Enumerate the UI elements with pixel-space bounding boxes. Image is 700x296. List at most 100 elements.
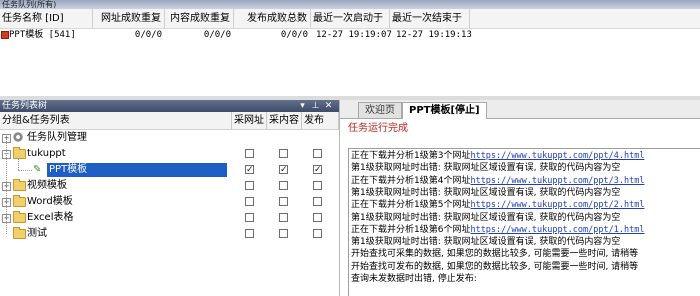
- tree-item-label: PPT模板: [47, 163, 227, 177]
- collect-content-checkbox[interactable]: [279, 197, 288, 206]
- log-url-link[interactable]: https://www.tukuppt.com/ppt/4.html: [470, 151, 644, 161]
- log-message: 第1级获取网址时出错: 获取网址区域设置有误, 获取的代码内容为空: [351, 163, 621, 174]
- log-message: 第1级获取网址时出错: 获取网址区域设置有误, 获取的代码内容为空: [351, 187, 621, 198]
- tree-item-6[interactable]: 测试: [0, 226, 339, 242]
- log-line: 查询未发数据时出错, 停止发布:: [351, 274, 477, 285]
- log-message: 开始查找可发布的数据, 如果您的数据比较多, 可能需要一些时间, 请稍等: [351, 261, 639, 272]
- log-url-link[interactable]: https://www.tukuppt.com/ppt/2.html: [470, 200, 644, 210]
- tree-table-header: 分组&任务列表 采网址 采内容 发布: [0, 112, 339, 130]
- col-collect-url[interactable]: 采网址: [232, 112, 267, 129]
- tree-connector-line: [6, 138, 7, 234]
- table-row[interactable]: PPT模板 [541] 0/0/0 0/0/0 0/0/0 12-27 19:1…: [0, 28, 700, 42]
- tree-item-1[interactable]: − tukuppt: [0, 146, 339, 162]
- log-message: 第1级获取网址时出错: 获取网址区域设置有误, 获取的代码内容为空: [351, 237, 621, 248]
- queue-empty-area: [0, 42, 700, 96]
- queue-task-name: PPT模板 [541]: [9, 30, 76, 40]
- publish-checkbox[interactable]: [313, 229, 322, 238]
- collect-url-checkbox[interactable]: ✓: [245, 165, 254, 175]
- tree-item-3[interactable]: + 视频模板: [0, 178, 339, 194]
- col-content-stats[interactable]: 内容成败重复: [165, 9, 234, 28]
- task-edit-icon: ✎: [33, 164, 42, 175]
- folder-icon: [13, 179, 26, 191]
- queue-url-stats: 0/0/0: [134, 30, 162, 40]
- col-last-start[interactable]: 最近一次启动于: [311, 9, 390, 28]
- log-line: 正在下载并分析1级第3个网址https://www.tukuppt.com/pp…: [351, 151, 644, 162]
- queue-last-end: 12-27 19:19:13: [396, 30, 472, 40]
- log-message: 正在下载并分析1级第4个网址: [351, 175, 471, 186]
- log-line: 第1级获取网址时出错: 获取网址区域设置有误, 获取的代码内容为空: [351, 237, 620, 248]
- tree-item-2[interactable]: ✎ PPT模板 ✓ ✓ ✓: [0, 162, 339, 178]
- log-message: 正在下载并分析1级第6个网址: [351, 224, 471, 235]
- tab-ppt-task[interactable]: PPT模板[停止]: [402, 102, 487, 119]
- task-tree: + 任务队列管理 − tukuppt ✎ PPT模板 ✓ ✓ ✓ + 视频模板 + Word模板 + Exc…: [0, 130, 339, 296]
- tree-item-label: Word模板: [27, 196, 73, 207]
- publish-checkbox[interactable]: ✓: [313, 165, 322, 175]
- tree-item-label: 视频模板: [27, 180, 67, 191]
- col-publish[interactable]: 发布: [302, 112, 339, 129]
- col-group-task[interactable]: 分组&任务列表: [0, 112, 232, 129]
- tree-item-label: tukuppt: [27, 148, 66, 159]
- collect-content-checkbox[interactable]: ✓: [279, 165, 288, 175]
- col-last-end[interactable]: 最近一次结束于: [390, 9, 470, 28]
- col-task-name[interactable]: 任务名称 [ID]: [0, 9, 93, 28]
- queue-publish-stats: 0/0/0: [280, 30, 308, 40]
- publish-checkbox[interactable]: [313, 197, 322, 206]
- log-line: 正在下载并分析1级第5个网址https://www.tukuppt.com/pp…: [351, 200, 644, 211]
- tree-connector-line: [18, 158, 19, 170]
- folder-icon: [13, 211, 26, 223]
- log-line: 第1级获取网址时出错: 获取网址区域设置有误, 获取的代码内容为空: [351, 163, 620, 174]
- task-tree-panel: 任务列表树 ▾ ⊥ ✕ 分组&任务列表 采网址 采内容 发布 + 任务队列管理 − t…: [0, 100, 340, 296]
- tab-welcome[interactable]: 欢迎页: [358, 102, 402, 118]
- log-url-link[interactable]: https://www.tukuppt.com/ppt/1.html: [470, 225, 644, 235]
- log-message: 正在下载并分析1级第3个网址: [351, 151, 471, 161]
- log-url-link[interactable]: https://www.tukuppt.com/ppt/3.html: [470, 176, 644, 186]
- collect-url-checkbox[interactable]: [245, 229, 254, 238]
- publish-checkbox[interactable]: [313, 213, 322, 222]
- log-line: 开始查找可采集的数据, 如果您的数据比较多, 可能需要一些时间, 请稍等: [351, 249, 638, 260]
- close-icon[interactable]: ✕: [324, 101, 333, 111]
- collect-content-checkbox[interactable]: [279, 181, 288, 190]
- gear-icon: [13, 132, 23, 142]
- collect-content-checkbox[interactable]: [279, 229, 288, 238]
- tree-connector-line: [18, 170, 32, 171]
- tree-item-label: 测试: [27, 228, 47, 239]
- queue-last-start: 12-27 19:19:07: [316, 30, 392, 40]
- collect-content-checkbox[interactable]: [279, 213, 288, 222]
- folder-icon: [13, 147, 26, 159]
- tree-title-text: 任务列表树: [2, 101, 48, 111]
- tree-panel-title: 任务列表树 ▾ ⊥ ✕: [0, 100, 339, 112]
- tree-item-label: Excel表格: [27, 212, 74, 223]
- collect-url-checkbox[interactable]: [245, 149, 254, 158]
- queue-title-text: 任务队列(所有): [2, 0, 57, 9]
- pin-icon[interactable]: ⊥: [311, 101, 320, 111]
- publish-checkbox[interactable]: [313, 181, 322, 190]
- folder-icon: [13, 227, 26, 239]
- task-log[interactable]: 正在下载并分析1级第3个网址https://www.tukuppt.com/pp…: [348, 148, 700, 296]
- collect-url-checkbox[interactable]: [245, 197, 254, 206]
- queue-panel-title: 任务队列(所有): [0, 0, 700, 9]
- collect-url-checkbox[interactable]: [245, 213, 254, 222]
- log-line: 第1级获取网址时出错: 获取网址区域设置有误, 获取的代码内容为空: [351, 188, 620, 199]
- log-message: 查询未发数据时出错, 停止发布:: [351, 274, 477, 284]
- log-message: 正在下载并分析1级第5个网址: [351, 200, 471, 211]
- tree-item-0[interactable]: + 任务队列管理: [0, 130, 339, 146]
- task-detail-panel: 欢迎页 PPT模板[停止] 任务运行完成 正在下载并分析1级第3个网址https…: [340, 100, 700, 296]
- publish-checkbox[interactable]: [313, 149, 322, 158]
- task-status-text: 任务运行完成: [348, 123, 408, 134]
- col-url-stats[interactable]: 网址成败重复: [93, 9, 165, 28]
- tab-strip: 欢迎页 PPT模板[停止]: [340, 100, 700, 119]
- log-line: 开始查找可发布的数据, 如果您的数据比较多, 可能需要一些时间, 请稍等: [351, 262, 638, 273]
- folder-icon: [13, 195, 26, 207]
- queue-table-header: 任务名称 [ID] 网址成败重复 内容成败重复 发布成败总数 最近一次启动于 最…: [0, 9, 700, 29]
- collect-url-checkbox[interactable]: [245, 181, 254, 190]
- col-collect-content[interactable]: 采内容: [267, 112, 302, 129]
- log-line: 第1级获取网址时出错: 获取网址区域设置有误, 获取的代码内容为空: [351, 213, 620, 224]
- collect-content-checkbox[interactable]: [279, 149, 288, 158]
- queue-content-stats: 0/0/0: [203, 30, 231, 40]
- dropdown-icon[interactable]: ▾: [298, 101, 307, 111]
- log-message: 开始查找可采集的数据, 如果您的数据比较多, 可能需要一些时间, 请稍等: [351, 249, 639, 260]
- tree-item-5[interactable]: + Excel表格: [0, 210, 339, 226]
- tree-item-label: 任务队列管理: [27, 132, 87, 143]
- tree-item-4[interactable]: + Word模板: [0, 194, 339, 210]
- col-publish-stats[interactable]: 发布成败总数: [234, 9, 311, 28]
